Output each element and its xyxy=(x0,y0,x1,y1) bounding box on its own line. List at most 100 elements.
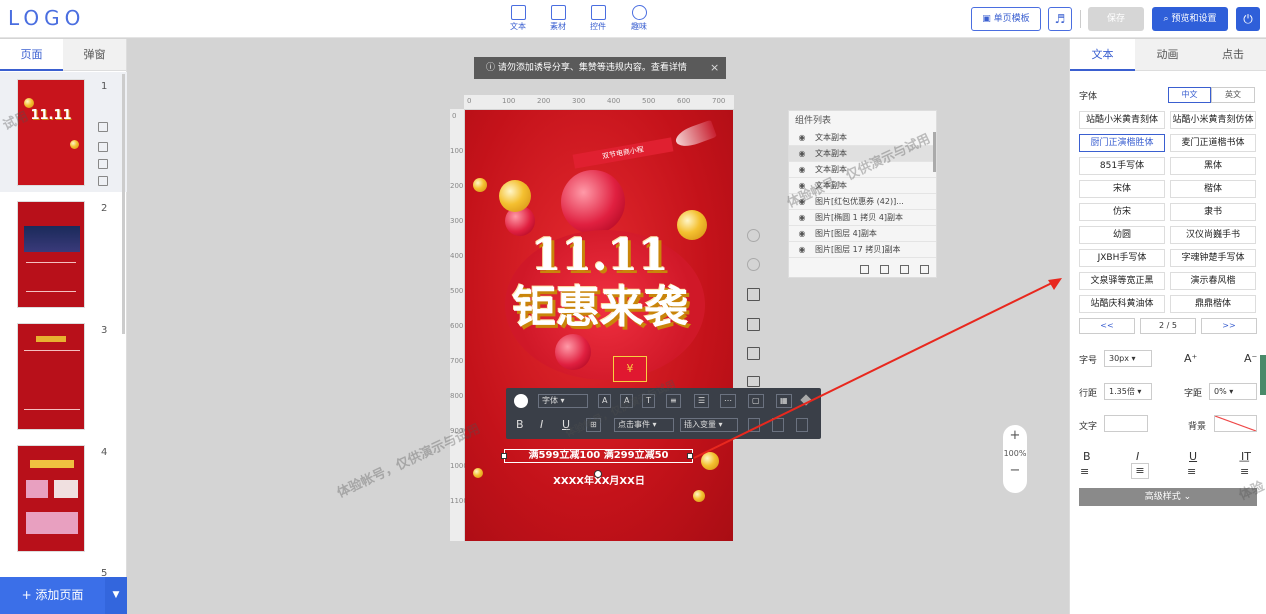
font-select[interactable]: 字体 ▾ xyxy=(538,394,588,408)
font-option[interactable]: 演示春风楷 xyxy=(1170,272,1256,290)
red-balloon[interactable] xyxy=(561,170,625,234)
layer-item[interactable]: ◉ 图片[图层 4]副本 xyxy=(789,226,936,242)
selected-text-element[interactable]: 满599立减100 满299立减50 xyxy=(504,449,693,463)
font-option[interactable]: 站酷庆科黄油体 xyxy=(1079,295,1165,313)
redo-icon[interactable] xyxy=(747,258,760,271)
template-icon[interactable] xyxy=(98,142,108,152)
annotation-arrow xyxy=(693,278,1062,459)
align-right-icon[interactable]: ≡ xyxy=(1187,465,1196,478)
font-option[interactable]: 仿宋 xyxy=(1079,203,1165,221)
advanced-style-button[interactable]: 高级样式 ⌄ xyxy=(1079,488,1257,506)
strikethrough-icon[interactable]: I͟T xyxy=(1241,450,1251,463)
save-button[interactable]: 保存 xyxy=(1088,7,1144,31)
align-justify-icon[interactable]: ≡ xyxy=(1240,465,1249,478)
music-icon[interactable]: ♬ xyxy=(1048,7,1072,31)
font-option[interactable]: 黑体 xyxy=(1170,157,1256,175)
font-option[interactable]: 站酷小米黄青刻体 xyxy=(1079,111,1165,129)
scrollbar[interactable] xyxy=(933,132,936,172)
font-option-selected[interactable]: 厨门正演楷胜体 xyxy=(1079,134,1165,152)
rocket-image[interactable] xyxy=(673,119,717,151)
red-ball[interactable] xyxy=(555,334,591,370)
single-page-template-button[interactable]: ▣ 单页模板 xyxy=(971,7,1041,31)
ruler-tick: 700 xyxy=(450,357,464,365)
text-color-picker[interactable] xyxy=(1104,415,1148,432)
font-option[interactable]: 站酷小米黄青刻仿体 xyxy=(1170,111,1256,129)
tool-material[interactable]: 素材 xyxy=(538,5,578,32)
tool-fun[interactable]: 趣味 xyxy=(619,5,659,32)
color-picker[interactable] xyxy=(514,394,528,408)
font-option[interactable]: 汉仪尚巍手书 xyxy=(1170,226,1256,244)
italic-icon[interactable]: I xyxy=(540,418,543,431)
align-left-icon[interactable]: ≡ xyxy=(1080,465,1089,478)
font-option[interactable]: 楷体 xyxy=(1170,180,1256,198)
page-thumbnail-2[interactable] xyxy=(17,201,85,308)
eye-icon[interactable]: ◉ xyxy=(789,162,815,178)
font-option[interactable]: 文泉驿等宽正黑 xyxy=(1079,272,1165,290)
lang-chinese[interactable]: 中文 xyxy=(1168,87,1211,103)
font-size-select[interactable]: 30px ▾ xyxy=(1104,350,1152,367)
lang-english[interactable]: 英文 xyxy=(1211,87,1255,103)
rotate-handle[interactable] xyxy=(594,470,602,478)
gold-ball[interactable] xyxy=(499,180,531,212)
poster-title[interactable]: 11.11 钜惠来袭 xyxy=(485,230,715,334)
scrollbar[interactable] xyxy=(122,74,125,334)
font-next-page[interactable]: >> xyxy=(1201,318,1257,334)
eye-icon[interactable]: ◉ xyxy=(789,130,815,146)
eye-icon[interactable]: ◉ xyxy=(789,226,815,242)
tab-animation[interactable]: 动画 xyxy=(1135,39,1200,71)
copy-icon[interactable] xyxy=(98,159,108,169)
page-thumbnail-3[interactable] xyxy=(17,323,85,430)
font-increase-icon[interactable]: A⁺ xyxy=(1184,352,1197,365)
font-option[interactable]: 幼圆 xyxy=(1079,226,1165,244)
gold-ball[interactable] xyxy=(693,490,705,502)
resize-handle[interactable] xyxy=(501,453,507,459)
chevron-down-icon[interactable]: ▼ xyxy=(105,577,127,614)
tool-text[interactable]: 文本 xyxy=(498,5,538,32)
font-option[interactable]: 字魂钟楚手写体 xyxy=(1170,249,1256,267)
eye-icon[interactable]: ◉ xyxy=(789,242,815,258)
add-icon[interactable] xyxy=(98,122,108,132)
tab-text[interactable]: 文本 xyxy=(1070,39,1135,71)
font-option[interactable]: 鼎鼎楷体 xyxy=(1170,295,1256,313)
poster-banner[interactable]: 双节电商小程 xyxy=(572,137,674,169)
side-tab[interactable] xyxy=(1260,355,1266,395)
background-color-picker[interactable] xyxy=(1214,415,1257,432)
eye-icon[interactable]: ◉ xyxy=(789,146,815,162)
trash-icon[interactable] xyxy=(98,176,108,186)
font-prev-page[interactable]: << xyxy=(1079,318,1135,334)
font-option[interactable]: 麦门正道楷书体 xyxy=(1170,134,1256,152)
tab-click[interactable]: 点击 xyxy=(1200,39,1266,71)
info-icon: ⓘ xyxy=(486,63,498,73)
close-icon[interactable]: × xyxy=(710,61,719,74)
page-thumbnail-1[interactable]: 11.11 xyxy=(17,79,85,186)
layer-item[interactable]: ◉ 图片[图层 17 拷贝]副本 xyxy=(789,242,936,258)
page-thumbnail-4[interactable] xyxy=(17,445,85,552)
ruler-tick: 500 xyxy=(450,287,464,295)
underline-icon[interactable]: U xyxy=(1189,450,1197,463)
font-option[interactable]: 隶书 xyxy=(1170,203,1256,221)
layer-item[interactable]: ◉ 图片[椭圆 1 拷贝 4]副本 xyxy=(789,210,936,226)
red-envelope[interactable]: ¥ xyxy=(613,356,647,382)
tool-widget[interactable]: 控件 xyxy=(578,5,618,32)
align-icon[interactable]: ≡ xyxy=(666,394,681,408)
undo-icon[interactable] xyxy=(747,229,760,242)
font-option[interactable]: 宋体 xyxy=(1079,180,1165,198)
zoom-out-icon[interactable]: − xyxy=(1003,463,1027,478)
font-option[interactable]: 851手写体 xyxy=(1079,157,1165,175)
bold-icon[interactable]: B xyxy=(516,418,524,431)
tab-popups[interactable]: 弹窗 xyxy=(63,39,126,71)
line-height-select[interactable]: 1.35倍 ▾ xyxy=(1104,383,1152,400)
font-option[interactable]: JXBH手写体 xyxy=(1079,249,1165,267)
gold-ball[interactable] xyxy=(473,178,487,192)
preview-settings-button[interactable]: ⌕ 预览和设置 xyxy=(1152,7,1228,31)
power-icon[interactable]: ⏻ xyxy=(1236,7,1260,31)
italic-icon[interactable]: I xyxy=(1136,450,1139,463)
click-event-select[interactable]: 点击事件 ▾ xyxy=(614,418,674,432)
bold-icon[interactable]: B xyxy=(1083,450,1091,463)
tab-pages[interactable]: 页面 xyxy=(0,39,63,71)
font-decrease-icon[interactable]: A⁻ xyxy=(1244,352,1257,365)
letter-spacing-select[interactable]: 0% ▾ xyxy=(1209,383,1257,400)
align-center-icon[interactable]: ≡ xyxy=(1131,463,1149,479)
eye-icon[interactable]: ◉ xyxy=(789,210,815,226)
add-page-button[interactable]: + 添加页面 xyxy=(0,577,105,614)
